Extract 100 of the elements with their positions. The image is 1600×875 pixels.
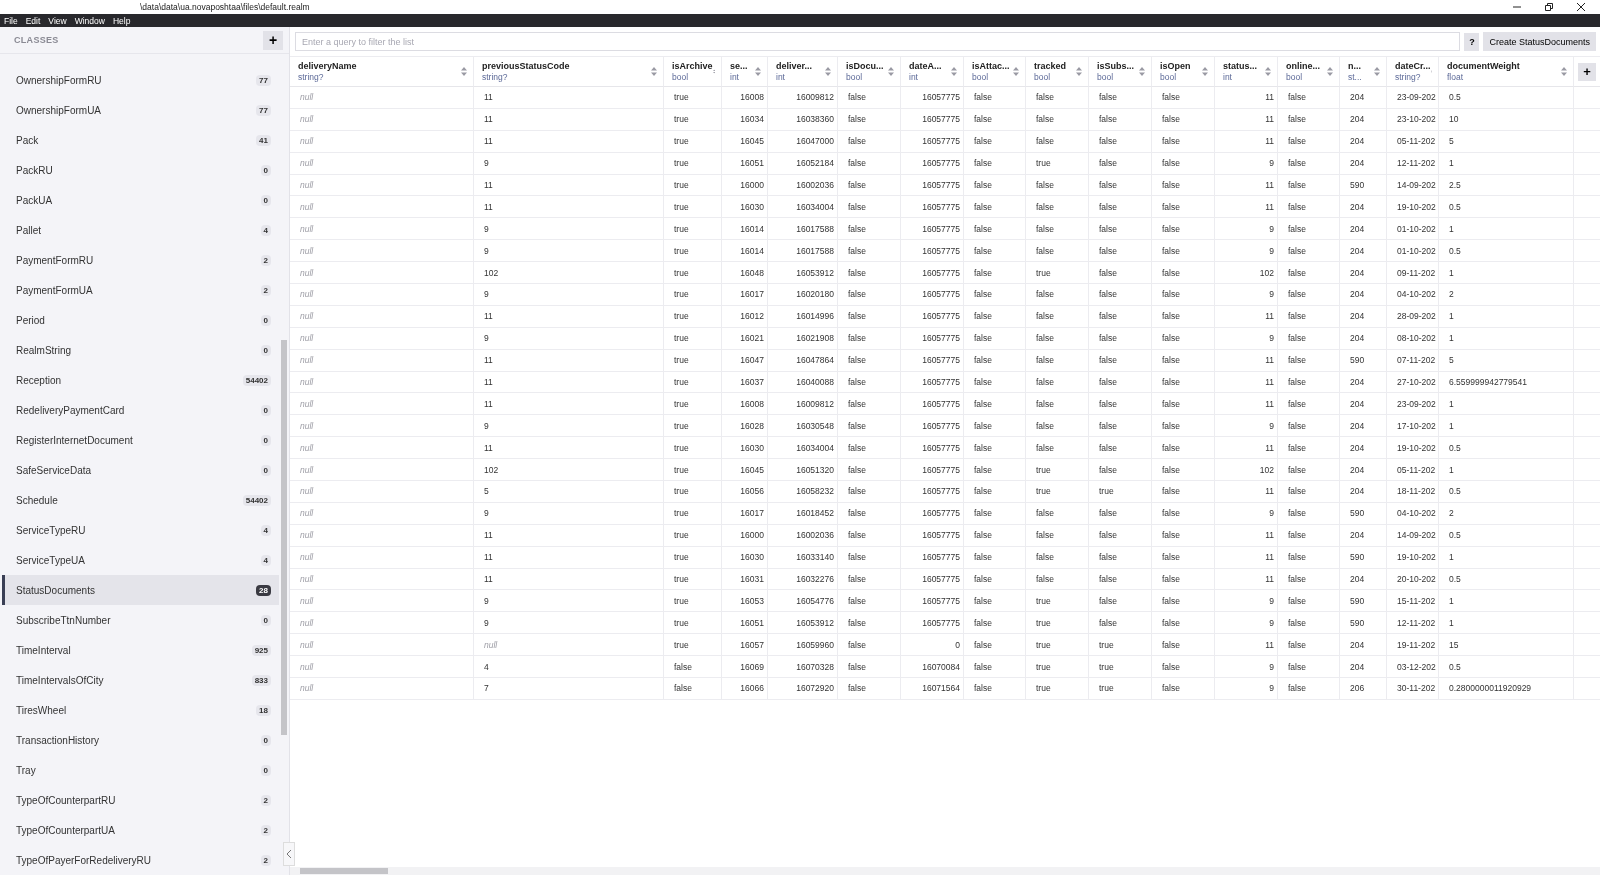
sort-icon[interactable] (651, 67, 657, 76)
sort-icon[interactable] (951, 67, 957, 76)
class-list-item[interactable]: RedeliveryPaymentCard 0 (2, 395, 279, 425)
column-header[interactable]: status... int (1215, 57, 1278, 87)
column-header[interactable]: isDocu... bool (838, 57, 901, 87)
menu-item[interactable]: File (4, 15, 18, 26)
column-header[interactable]: previousStatusCode string? (474, 57, 664, 87)
menu-item[interactable]: Edit (25, 15, 41, 26)
sort-icon[interactable] (1374, 67, 1380, 76)
table-cell: false (974, 267, 992, 278)
class-list-item[interactable]: PaymentFormRU 2 (2, 245, 279, 275)
table-cell: false (1162, 158, 1180, 169)
class-list-item[interactable]: Pallet 4 (2, 215, 279, 245)
class-list-item[interactable]: RealmString 0 (2, 335, 279, 365)
class-list-item[interactable]: TypeOfCounterpartUA 2 (2, 815, 279, 845)
sort-icon[interactable] (1561, 67, 1567, 76)
class-list-item[interactable]: TypeOfCounterpartRU 2 (2, 785, 279, 815)
column-header[interactable]: isArchive bool (664, 57, 722, 87)
scrollbar[interactable] (290, 867, 1600, 875)
class-list-item[interactable]: RegisterInternetDocument 0 (2, 425, 279, 455)
class-list-item[interactable]: TiresWheel 18 (2, 695, 279, 725)
sort-icon[interactable] (1139, 67, 1145, 76)
class-list-item[interactable]: SafeServiceData 0 (2, 455, 279, 485)
sort-icon[interactable] (1202, 67, 1208, 76)
column-header[interactable]: deliver... int (768, 57, 838, 87)
create-button[interactable]: Create StatusDocuments (1483, 32, 1596, 51)
count-badge: 41 (256, 134, 271, 146)
class-list-item[interactable]: TypeOfPayerForRedeliveryRU 2 (2, 845, 279, 875)
column-header[interactable]: se... int (722, 57, 768, 87)
count-badge: 54402 (242, 374, 271, 386)
class-list-item[interactable]: TransactionHistory 0 (2, 725, 279, 755)
table-cell: 16057775 (922, 464, 960, 475)
menu-item[interactable]: View (48, 15, 67, 26)
class-list-item[interactable]: OwnershipFormRU 77 (2, 65, 279, 95)
class-list-item[interactable]: ServiceTypeUA 4 (2, 545, 279, 575)
table-cell: false (974, 595, 992, 606)
class-list-item[interactable]: TimeInterval 925 (2, 635, 279, 665)
restore-icon[interactable] (1544, 2, 1554, 12)
sort-icon[interactable] (1327, 67, 1333, 76)
class-list-item[interactable]: Period 0 (2, 305, 279, 335)
class-list-item[interactable]: PackRU 0 (2, 155, 279, 185)
class-list-item[interactable]: TimeIntervalsOfCity 833 (2, 665, 279, 695)
sort-icon[interactable] (1265, 67, 1271, 76)
table-cell: 08-10-202 (1397, 333, 1436, 344)
table-cell: false (1162, 595, 1180, 606)
menu-item[interactable]: Window (74, 15, 105, 26)
table-cell: null (300, 333, 314, 344)
table-cell: false (1036, 530, 1054, 541)
class-list-item[interactable]: Pack 41 (2, 125, 279, 155)
add-column-button[interactable]: + (1578, 62, 1596, 81)
sort-icon[interactable] (461, 67, 467, 76)
table-cell: false (1162, 267, 1180, 278)
close-icon[interactable] (1576, 2, 1586, 12)
help-button[interactable]: ? (1464, 32, 1480, 51)
class-list-item[interactable]: Reception 54402 (2, 365, 279, 395)
column-header[interactable]: dateA... int (901, 57, 964, 87)
class-list-item[interactable]: PaymentFormUA 2 (2, 275, 279, 305)
table-cell: true (1099, 639, 1114, 650)
class-list-item[interactable]: OwnershipFormUA 77 (2, 95, 279, 125)
column-header[interactable]: deliveryName string? (290, 57, 474, 87)
column-header[interactable]: online... bool (1278, 57, 1340, 87)
column-name: documentWeight (1447, 61, 1520, 71)
table-cell: true (1036, 267, 1051, 278)
column-header[interactable]: isOpen bool (1152, 57, 1215, 87)
column-header[interactable]: isSubs... bool (1089, 57, 1152, 87)
table-cell: 5 (1449, 136, 1454, 147)
column-type: bool (672, 72, 690, 82)
search-field[interactable]: Enter a query to filter the list (295, 32, 1461, 51)
table-cell: false (1036, 311, 1054, 322)
table-cell: false (1099, 420, 1117, 431)
table-cell: false (974, 574, 992, 585)
table-cell: 16030548 (796, 420, 834, 431)
table-cell: 2.5 (1449, 180, 1461, 190)
sort-icon[interactable] (1076, 67, 1082, 76)
menu-item[interactable]: Help (112, 15, 131, 26)
class-list-item[interactable]: Tray 0 (2, 755, 279, 785)
sort-icon[interactable] (825, 67, 831, 76)
class-list-item[interactable]: Schedule 54402 (2, 485, 279, 515)
table-cell: 11 (1265, 486, 1274, 497)
class-list-item[interactable]: StatusDocuments 28 (2, 575, 279, 605)
table-cell: false (1036, 442, 1054, 453)
sort-icon[interactable] (1013, 67, 1019, 76)
class-list-item[interactable]: PackUA 0 (2, 185, 279, 215)
table-cell: 0.5 (1449, 530, 1461, 541)
class-list-item[interactable]: ServiceTypeRU 4 (2, 515, 279, 545)
class-list-item[interactable]: SubscribeTtnNumber 0 (2, 605, 279, 635)
sort-icon[interactable] (755, 67, 761, 76)
column-header[interactable]: dateCr... string? (1387, 57, 1439, 87)
table-cell: true (1036, 639, 1051, 650)
table-cell: 0.2800000011920929 (1449, 683, 1532, 694)
sort-icon[interactable] (888, 67, 894, 76)
column-header[interactable]: tracked bool (1026, 57, 1089, 87)
table-cell: false (1162, 92, 1180, 103)
add-class-button[interactable]: + (263, 30, 283, 50)
column-header[interactable]: n... st... (1340, 57, 1387, 87)
table-cell: 9 (1269, 158, 1274, 169)
collapse-button[interactable] (283, 842, 295, 866)
column-header[interactable]: isAttac... bool (964, 57, 1026, 87)
table-cell: false (1288, 136, 1306, 147)
column-header[interactable]: documentWeight float (1439, 57, 1574, 87)
